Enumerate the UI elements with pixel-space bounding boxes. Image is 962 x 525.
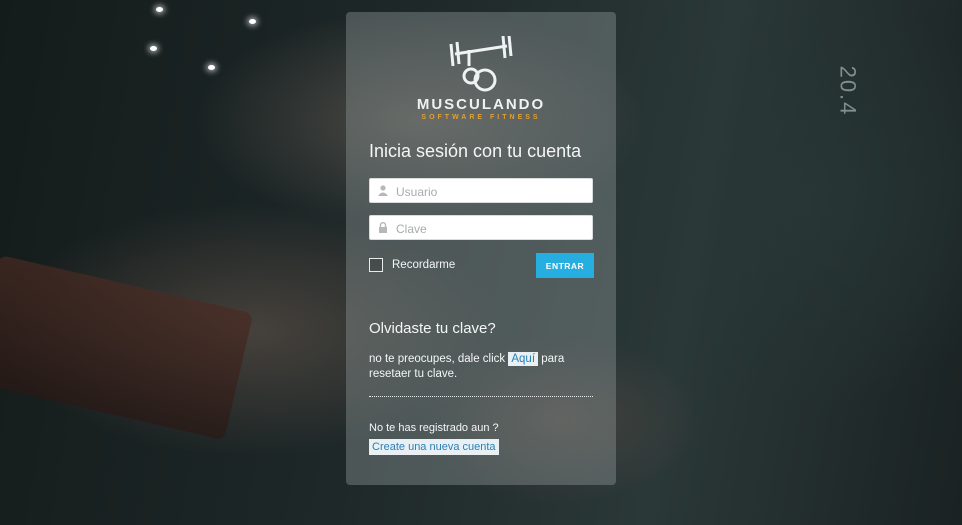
weight-plate-label: 20.4 bbox=[835, 65, 861, 117]
username-input[interactable] bbox=[394, 179, 588, 204]
remember-checkbox[interactable] bbox=[369, 258, 383, 272]
dumbbell-logo-icon bbox=[449, 36, 513, 92]
brand-name: MUSCULANDO bbox=[416, 96, 546, 113]
divider bbox=[369, 396, 593, 397]
login-title: Inicia sesión con tu cuenta bbox=[369, 141, 582, 161]
brand-logo bbox=[346, 36, 616, 136]
forgot-text-before: no te preocupes, dale click bbox=[369, 353, 509, 365]
password-field[interactable] bbox=[369, 215, 593, 241]
username-field[interactable] bbox=[369, 178, 593, 204]
remember-me[interactable]: Recordarme bbox=[369, 258, 455, 272]
forgot-text: no te preocupes, dale click Aquí para re… bbox=[369, 352, 589, 382]
create-account-link[interactable]: Create una nueva cuenta bbox=[369, 439, 499, 455]
remember-label: Recordarme bbox=[392, 259, 456, 271]
reset-password-link[interactable]: Aquí bbox=[508, 352, 539, 366]
login-button[interactable]: ENTRAR bbox=[536, 253, 594, 278]
ceiling-light bbox=[150, 46, 157, 51]
login-panel: MUSCULANDO SOFTWARE FITNESS Inicia sesió… bbox=[346, 12, 616, 485]
ceiling-light bbox=[156, 7, 163, 12]
user-icon bbox=[378, 185, 388, 196]
forgot-title: Olvidaste tu clave? bbox=[369, 320, 496, 337]
password-input[interactable] bbox=[394, 216, 588, 241]
lock-icon bbox=[378, 222, 388, 233]
register-question: No te has registrado aun ? bbox=[369, 422, 499, 434]
ceiling-light bbox=[208, 65, 215, 70]
ceiling-light bbox=[249, 19, 256, 24]
brand-tagline: SOFTWARE FITNESS bbox=[421, 114, 541, 121]
